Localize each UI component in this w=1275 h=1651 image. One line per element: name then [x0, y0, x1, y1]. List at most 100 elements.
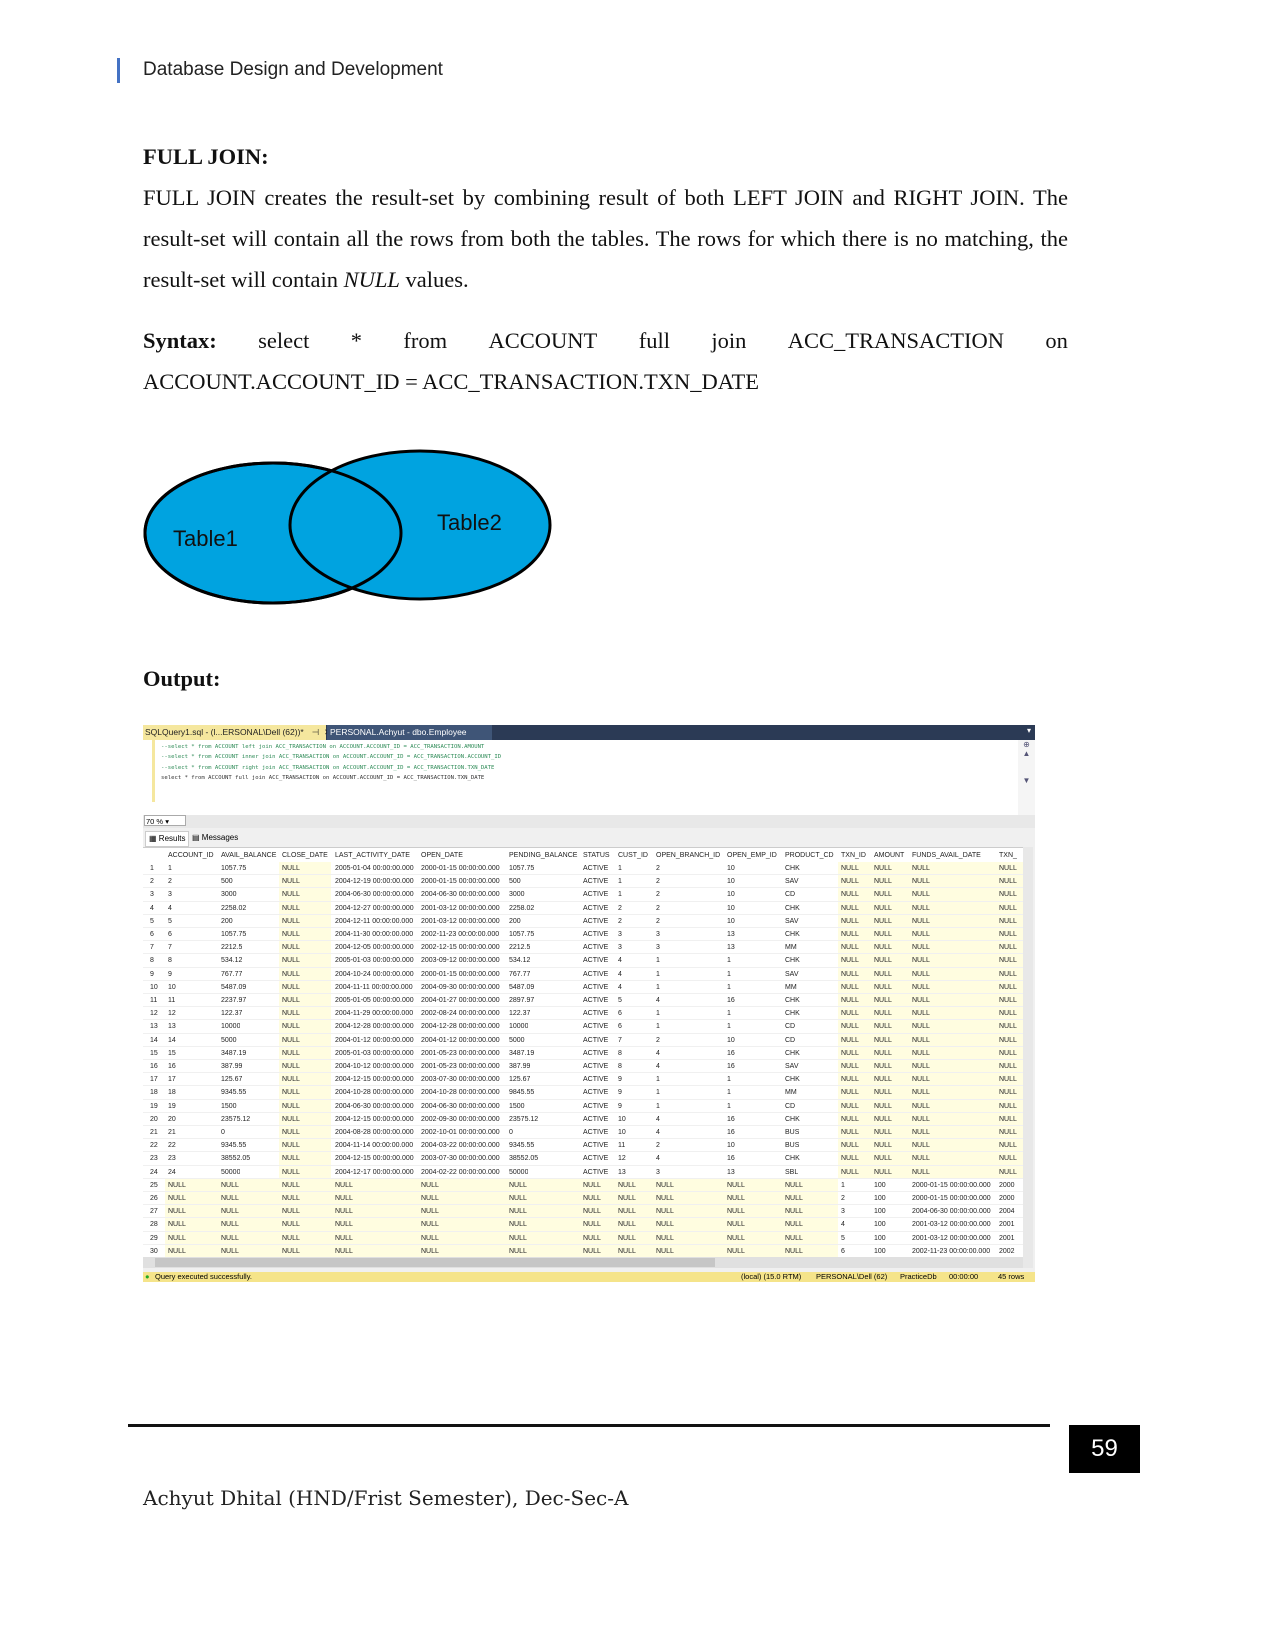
table-cell[interactable]: 11 [618, 1139, 625, 1152]
table-cell[interactable]: 2001 [999, 1232, 1017, 1245]
tab-results[interactable]: ▦ Results [145, 831, 190, 847]
table-cell[interactable]: NULL [282, 954, 300, 967]
table-cell[interactable]: CHK [785, 1073, 800, 1086]
table-row[interactable]: 10 10 5487.09 NULL 2004-11-11 00:00:00.000 20… [143, 981, 1023, 994]
table-cell[interactable]: 2004-06-30 00:00:00.000 [335, 888, 414, 901]
table-cell[interactable]: 10 [618, 1113, 626, 1126]
table-cell[interactable]: NULL [282, 1100, 300, 1113]
table-cell[interactable]: 18 [168, 1086, 176, 1099]
table-cell[interactable]: NULL [999, 888, 1017, 901]
table-row[interactable]: 15 15 3487.19 NULL 2005-01-03 00:00:00.000 20… [143, 1047, 1023, 1060]
table-cell[interactable]: 4 [656, 1060, 660, 1073]
table-cell[interactable]: NULL [912, 1152, 930, 1165]
table-cell[interactable]: NULL [282, 1166, 300, 1179]
table-cell[interactable]: 2 [656, 875, 660, 888]
table-cell[interactable]: 534.12 [509, 954, 530, 967]
table-cell[interactable]: 2005-01-04 00:00:00.000 [335, 862, 414, 875]
table-cell[interactable]: NULL [841, 888, 859, 901]
table-cell[interactable]: 1 [727, 1007, 731, 1020]
table-cell[interactable]: NULL [282, 1192, 300, 1205]
table-cell[interactable]: 2004-09-30 00:00:00.000 [421, 981, 500, 994]
table-cell[interactable]: NULL [509, 1205, 527, 1218]
table-cell[interactable]: 534.12 [221, 954, 242, 967]
table-cell[interactable]: NULL [282, 1007, 300, 1020]
table-cell[interactable]: 11 [168, 994, 175, 1007]
table-cell[interactable]: 10 [727, 915, 735, 928]
table-cell[interactable]: 19 [168, 1100, 176, 1113]
table-row[interactable]: 20 20 23575.12 NULL 2004-12-15 00:00:00.000 2… [143, 1113, 1023, 1126]
table-cell[interactable]: 2000-01-15 00:00:00.000 [912, 1179, 991, 1192]
table-cell[interactable]: CD [785, 1100, 795, 1113]
table-cell[interactable]: 2004-12-15 00:00:00.000 [335, 1113, 414, 1126]
table-cell[interactable]: NULL [999, 1166, 1017, 1179]
table-cell[interactable]: 4 [618, 968, 622, 981]
table-cell[interactable]: 12 [168, 1007, 176, 1020]
table-cell[interactable]: NULL [509, 1179, 527, 1192]
table-cell[interactable]: NULL [618, 1232, 636, 1245]
table-cell[interactable]: NULL [912, 1073, 930, 1086]
table-cell[interactable]: 5487.09 [221, 981, 246, 994]
grid-horizontal-scrollbar[interactable] [143, 1257, 1023, 1268]
table-cell[interactable]: 2004-06-30 00:00:00.000 [421, 888, 500, 901]
table-cell[interactable]: 767.77 [221, 968, 242, 981]
table-row[interactable]: 18 18 9345.55 NULL 2004-10-28 00:00:00.000 20… [143, 1086, 1023, 1100]
table-cell[interactable]: 2237.97 [221, 994, 246, 1007]
table-cell[interactable]: 12 [618, 1152, 626, 1165]
table-cell[interactable]: 2004-06-30 00:00:00.000 [421, 1100, 500, 1113]
table-cell[interactable]: NULL [841, 1126, 859, 1139]
table-cell[interactable]: 4 [168, 902, 172, 915]
table-cell[interactable]: 2002-09-30 00:00:00.000 [421, 1113, 500, 1126]
table-cell[interactable]: NULL [841, 875, 859, 888]
table-cell[interactable]: NULL [727, 1245, 745, 1258]
table-cell[interactable]: NULL [999, 1086, 1017, 1099]
table-cell[interactable]: ACTIVE [583, 902, 608, 915]
table-cell[interactable]: NULL [282, 1073, 300, 1086]
table-cell[interactable]: 0 [221, 1126, 225, 1139]
table-cell[interactable]: NULL [912, 875, 930, 888]
table-cell[interactable]: NULL [999, 1113, 1017, 1126]
table-cell[interactable]: 2001-05-23 00:00:00.000 [421, 1060, 500, 1073]
table-cell[interactable]: 1 [656, 1073, 660, 1086]
table-cell[interactable]: 200 [509, 915, 521, 928]
table-cell[interactable]: ACTIVE [583, 968, 608, 981]
table-cell[interactable]: NULL [618, 1179, 636, 1192]
table-cell[interactable]: 2 [168, 875, 172, 888]
table-cell[interactable]: 2002-11-23 00:00:00.000 [421, 928, 499, 941]
table-cell[interactable]: NULL [874, 981, 892, 994]
table-cell[interactable]: 8 [618, 1047, 622, 1060]
table-cell[interactable]: 2004-10-28 00:00:00.000 [421, 1086, 500, 1099]
column-header[interactable]: TXN_ID [841, 850, 866, 862]
table-cell[interactable]: 1 [656, 1086, 660, 1099]
table-cell[interactable]: 22 [168, 1139, 176, 1152]
table-row[interactable]: 12 12 122.37 NULL 2004-11-29 00:00:00.000 200… [143, 1007, 1023, 1021]
table-row[interactable]: 17 17 125.67 NULL 2004-12-15 00:00:00.000 200… [143, 1073, 1023, 1087]
table-cell[interactable]: NULL [841, 1086, 859, 1099]
column-header[interactable]: OPEN_BRANCH_ID [656, 850, 720, 862]
table-cell[interactable]: ACTIVE [583, 1060, 608, 1073]
tab-messages[interactable]: ▤ Messages [189, 831, 241, 845]
table-cell[interactable]: CHK [785, 1007, 800, 1020]
table-cell[interactable]: CHK [785, 928, 800, 941]
table-cell[interactable]: 3487.19 [509, 1047, 534, 1060]
table-cell[interactable]: 2004-12-17 00:00:00.000 [335, 1166, 414, 1179]
table-cell[interactable]: 50000 [509, 1166, 528, 1179]
table-cell[interactable]: 5000 [221, 1034, 237, 1047]
table-cell[interactable]: ACTIVE [583, 1113, 608, 1126]
column-header[interactable]: LAST_ACTIVITY_DATE [335, 850, 410, 862]
table-cell[interactable]: 8 [168, 954, 172, 967]
table-cell[interactable]: NULL [282, 1232, 300, 1245]
table-cell[interactable]: NULL [618, 1245, 636, 1258]
table-cell[interactable]: 50000 [221, 1166, 240, 1179]
table-cell[interactable]: 7 [618, 1034, 622, 1047]
table-cell[interactable]: 10 [727, 1034, 735, 1047]
table-cell[interactable]: NULL [282, 915, 300, 928]
table-cell[interactable]: NULL [656, 1232, 674, 1245]
table-row[interactable]: 7 7 2212.5 NULL 2004-12-05 00:00:00.000 2002-… [143, 941, 1023, 955]
table-cell[interactable]: CHK [785, 862, 800, 875]
table-cell[interactable]: 2004-06-30 00:00:00.000 [912, 1205, 991, 1218]
table-cell[interactable]: SAV [785, 1060, 799, 1073]
table-cell[interactable]: NULL [168, 1205, 186, 1218]
table-cell[interactable]: ACTIVE [583, 915, 608, 928]
table-cell[interactable]: NULL [912, 994, 930, 1007]
table-cell[interactable]: 2004-11-14 00:00:00.000 [335, 1139, 413, 1152]
